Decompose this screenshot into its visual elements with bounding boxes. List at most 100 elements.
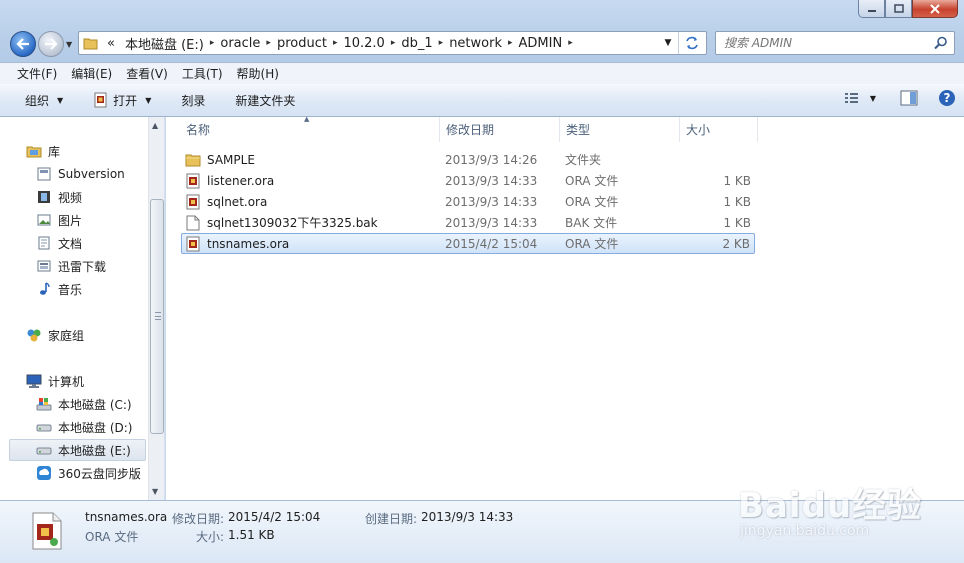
nav-drive-c[interactable]: 本地磁盘 (C:) [36,393,146,415]
file-size: 2 KB [722,236,750,251]
nav-item-xunlei-downloads[interactable]: 迅雷下载 [36,255,146,277]
breadcrumb-overflow[interactable]: « [103,36,119,51]
refresh-button[interactable] [678,32,704,54]
nav-item-videos[interactable]: 视频 [36,186,146,208]
file-date: 2015/4/2 15:04 [445,236,538,251]
cloud-sync-icon [36,465,52,481]
column-header-type[interactable]: 类型 [560,117,680,142]
breadcrumb-item[interactable]: 10.2.0 [337,36,390,51]
file-name: SAMPLE [207,152,255,167]
change-view-icon[interactable] [844,91,860,105]
search-input[interactable] [724,36,924,50]
forward-arrow-icon [45,38,58,50]
folder-icon [83,38,98,50]
file-row[interactable]: sqlnet.ora 2013/9/3 14:33 ORA 文件 1 KB [181,191,755,212]
details-modified-value: 2015/4/2 15:04 [228,510,321,524]
breadcrumb-item[interactable]: ADMIN [513,36,569,51]
organize-button[interactable]: 组织 ▼ [0,84,73,116]
window-controls [858,0,958,18]
preview-pane-icon[interactable] [900,90,918,106]
file-row[interactable]: listener.ora 2013/9/3 14:33 ORA 文件 1 KB [181,170,755,191]
file-name: sqlnet.ora [207,194,268,209]
details-created-label: 创建日期: [365,512,418,526]
download-folder-icon [36,258,52,274]
new-folder-button[interactable]: 新建文件夹 [215,84,305,116]
open-button[interactable]: 打开 ▼ [73,84,161,116]
nav-item-label: Subversion [58,167,125,181]
file-date: 2013/9/3 14:33 [445,173,538,188]
nav-computer[interactable]: 计算机 [26,370,146,392]
back-arrow-icon [16,38,29,50]
view-options-dropdown[interactable]: ▼ [870,94,876,103]
nav-item-label: 音乐 [58,282,83,297]
breadcrumb-item[interactable]: 本地磁盘 (E:) [119,34,210,53]
scroll-thumb[interactable] [150,199,164,434]
file-row[interactable]: SAMPLE 2013/9/3 14:26 文件夹 [181,149,755,170]
maximize-button[interactable] [885,0,912,18]
nav-drive-e[interactable]: 本地磁盘 (E:) [9,439,146,461]
column-name-label: 名称 [186,123,211,137]
breadcrumb-separator-icon[interactable]: ▸ [568,38,573,48]
nav-drive-d[interactable]: 本地磁盘 (D:) [36,416,146,438]
menu-help[interactable]: 帮助(H) [230,65,286,82]
nav-item-documents[interactable]: 文档 [36,232,146,254]
file-date: 2013/9/3 14:33 [445,215,538,230]
address-bar[interactable]: « 本地磁盘 (E:) ▸ oracle ▸ product ▸ 10.2.0 ▸ db_1 ▸ n… [78,31,707,55]
menu-view[interactable]: 查看(V) [119,65,175,82]
back-button[interactable] [10,31,36,57]
open-label: 打开 [113,93,138,108]
music-icon [36,281,52,297]
search-box[interactable] [715,31,955,55]
nav-scrollbar[interactable]: ▲ ▼ [148,117,164,500]
file-date: 2013/9/3 14:33 [445,194,538,209]
menu-edit[interactable]: 编辑(E) [64,65,119,82]
nav-item-subversion[interactable]: Subversion [36,163,146,185]
nav-item-label: 本地磁盘 (E:) [58,443,131,458]
organize-label: 组织 [25,93,50,108]
nav-item-pictures[interactable]: 图片 [36,209,146,231]
nav-homegroup[interactable]: 家庭组 [26,324,146,346]
column-header-name[interactable]: 名称 [180,117,440,142]
breadcrumb-item[interactable]: db_1 [395,36,438,51]
burn-button[interactable]: 刻录 [161,84,215,116]
computer-icon [26,373,42,389]
nav-item-label: 本地磁盘 (C:) [58,397,132,412]
scroll-down-arrow[interactable]: ▼ [152,487,158,496]
help-icon[interactable]: ? [938,89,956,107]
file-row[interactable]: sqlnet1309032下午3325.bak 2013/9/3 14:33 B… [181,212,755,233]
nav-library-label: 库 [48,144,61,159]
file-row-selected[interactable]: tnsnames.ora 2015/4/2 15:04 ORA 文件 2 KB [181,233,755,254]
column-header-size[interactable]: 大小 [680,117,758,142]
menu-file[interactable]: 文件(F) [10,65,64,82]
breadcrumb-item[interactable]: network [443,36,508,51]
minimize-button[interactable] [858,0,885,18]
open-file-icon [94,92,107,108]
nav-360-cloud[interactable]: 360云盘同步版 [36,462,146,484]
nav-library[interactable]: 库 [26,140,146,162]
column-header-date[interactable]: 修改日期 [440,117,560,142]
system-drive-icon [36,396,52,412]
file-type: BAK 文件 [565,216,618,230]
ora-file-icon [185,194,201,210]
nav-item-label: 迅雷下载 [58,259,107,274]
nav-item-music[interactable]: 音乐 [36,278,146,300]
nav-item-label: 本地磁盘 (D:) [58,420,133,435]
menu-tools[interactable]: 工具(T) [175,65,230,82]
refresh-icon [685,36,698,50]
forward-button[interactable] [38,31,64,57]
search-icon[interactable] [934,36,948,50]
drive-icon [36,442,52,458]
column-type-label: 类型 [566,123,591,137]
ora-file-large-icon [32,512,62,550]
breadcrumb-item[interactable]: product [271,36,333,51]
details-filetype: ORA 文件 [85,530,139,544]
address-history-dropdown[interactable]: ▼ [658,38,678,48]
scroll-up-arrow[interactable]: ▲ [152,121,158,130]
ora-file-icon [185,173,201,189]
homegroup-icon [26,327,42,343]
close-button[interactable] [912,0,958,18]
breadcrumb-item[interactable]: oracle [214,36,266,51]
recent-pages-dropdown[interactable]: ▼ [66,40,72,49]
address-controls: ▼ [658,32,704,54]
blank-file-icon [185,215,201,231]
